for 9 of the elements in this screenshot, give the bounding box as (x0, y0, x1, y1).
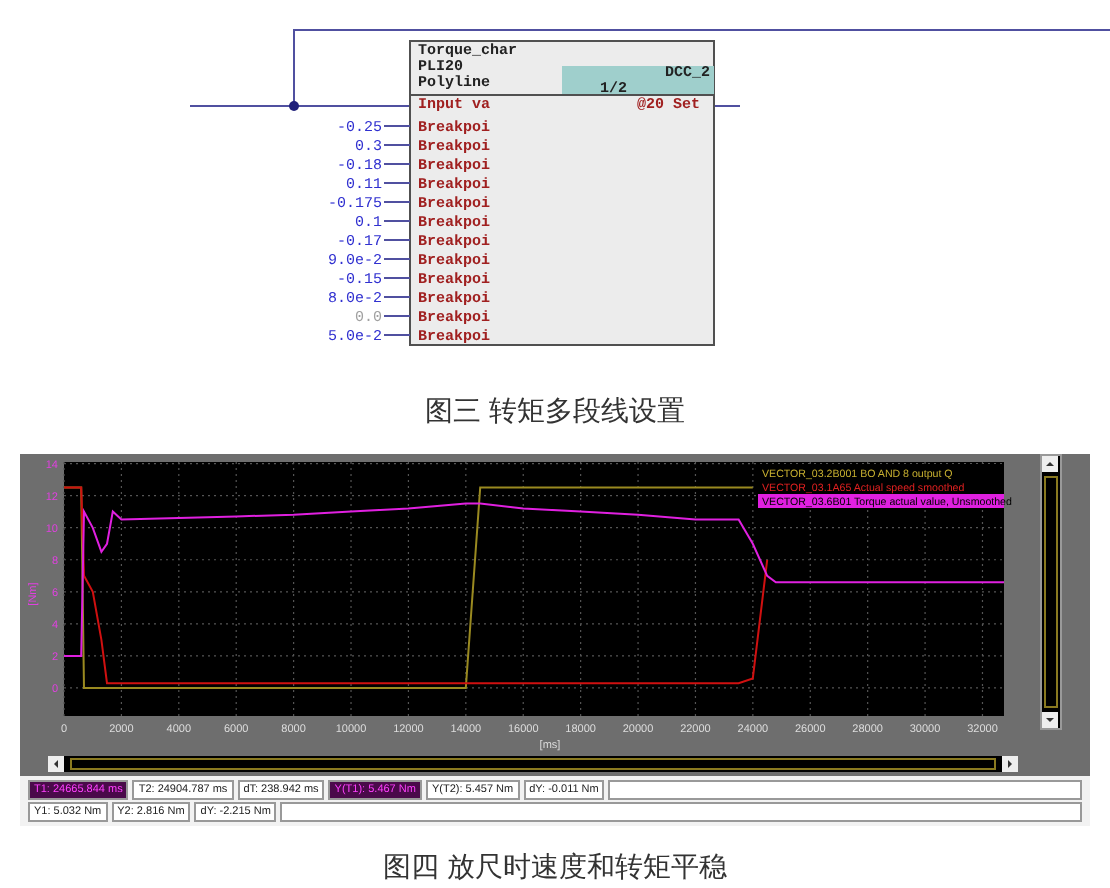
vertical-scrollbar[interactable] (1040, 454, 1062, 730)
function-block[interactable] (409, 40, 715, 346)
figure-caption: 图三 转矩多段线设置 (422, 394, 688, 432)
scroll-down-icon[interactable] (1046, 718, 1054, 722)
scroll-left-icon[interactable] (54, 760, 58, 768)
scroll-right-icon[interactable] (1008, 760, 1012, 768)
figure-caption: 图四 放尺时速度和转矩平稳 (380, 850, 730, 888)
scroll-up-icon[interactable] (1046, 462, 1054, 466)
horizontal-scrollbar[interactable] (48, 756, 1018, 772)
